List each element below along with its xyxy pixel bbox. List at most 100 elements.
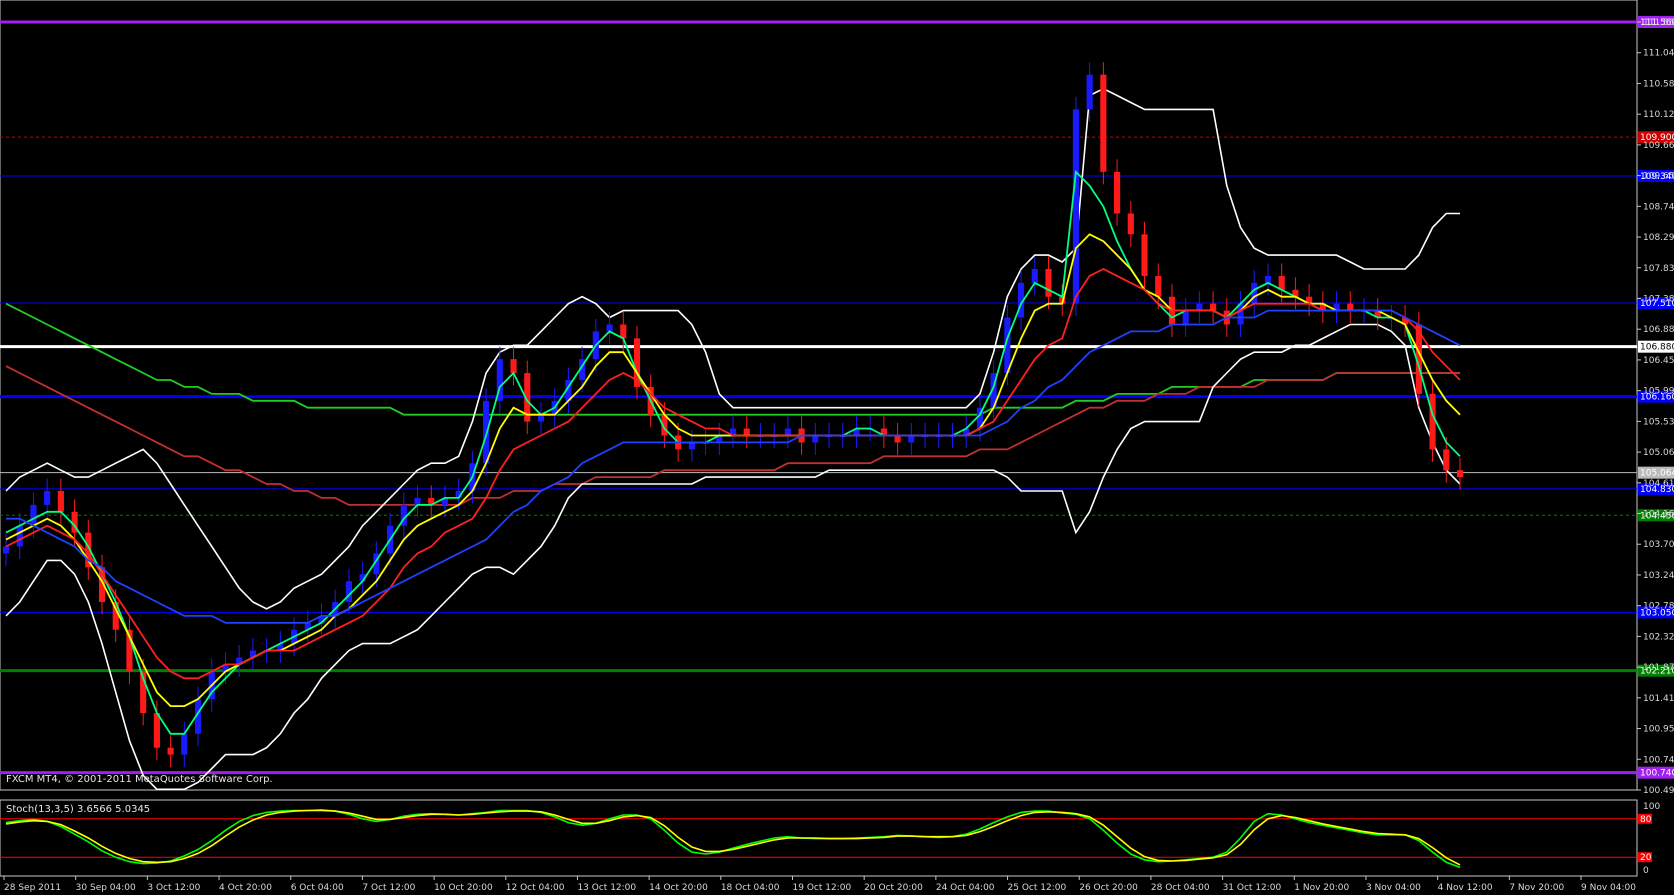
candle-body — [1429, 393, 1436, 450]
candle-body — [1264, 275, 1272, 283]
stochastic-level-label: 20 — [1640, 853, 1652, 863]
time-tick-label: 7 Oct 12:00 — [362, 883, 415, 893]
time-tick-label: 6 Oct 04:00 — [291, 883, 344, 893]
candle-body — [510, 359, 517, 374]
price-tick-label: 100.740 — [1643, 755, 1674, 765]
candle-body — [894, 435, 901, 443]
price-axis[interactable]: 111.560109.900109.340107.510106.880106.1… — [1637, 16, 1674, 796]
price-tick-label: 103.240 — [1643, 571, 1674, 581]
candle-body — [2, 546, 10, 554]
stochastic-axis: 80 20 100 0 — [1638, 802, 1660, 876]
candle-body — [345, 581, 352, 602]
level-price-label: 100.740 — [1640, 769, 1674, 779]
time-tick-label: 7 Nov 20:00 — [1509, 883, 1564, 893]
time-tick-label: 19 Oct 12:00 — [793, 883, 852, 893]
stochastic-tick-label: 100 — [1643, 802, 1660, 812]
candle-body — [1456, 470, 1464, 478]
candle-body — [1072, 109, 1079, 304]
price-tick-label: 107.830 — [1643, 264, 1674, 274]
candle-body — [1127, 213, 1134, 235]
price-tick-label: 111.040 — [1643, 49, 1674, 59]
main-pane: FXCM MT4, © 2001-2011 MetaQuotes Softwar… — [0, 0, 1638, 791]
price-tick-label: 108.290 — [1643, 233, 1674, 243]
candle-body — [1141, 234, 1148, 276]
price-tick-label: 106.450 — [1643, 356, 1674, 366]
time-tick-label: 18 Oct 04:00 — [721, 883, 780, 893]
candle-body — [57, 490, 64, 512]
price-tick-label: 100.950 — [1643, 725, 1674, 735]
candle-body — [16, 525, 23, 547]
time-tick-label: 14 Oct 20:00 — [649, 883, 708, 893]
time-tick-label: 28 Oct 04:00 — [1151, 883, 1210, 893]
candle-body — [743, 428, 750, 436]
price-tick-label: 109.660 — [1643, 141, 1674, 151]
price-tick-label: 105.064 — [1643, 448, 1674, 458]
stochastic-tick-label: 0 — [1643, 866, 1649, 876]
time-tick-label: 3 Oct 12:00 — [147, 883, 200, 893]
candle-body — [414, 497, 421, 505]
price-tick-label: 110.120 — [1643, 110, 1674, 120]
price-tick-label: 104.160 — [1643, 510, 1674, 520]
price-tick-label: 108.740 — [1643, 202, 1674, 212]
price-tick-label: 100.490 — [1643, 786, 1674, 796]
level-price-label: 106.880 — [1640, 343, 1674, 353]
candle-body — [1031, 268, 1038, 283]
time-tick-label: 30 Sep 04:00 — [76, 883, 136, 893]
candle-body — [1100, 74, 1107, 172]
time-tick-label: 31 Oct 12:00 — [1223, 883, 1282, 893]
stochastic-level-label: 80 — [1640, 815, 1652, 825]
candle-body — [1251, 282, 1258, 304]
price-tick-label: 111.560 — [1643, 18, 1674, 28]
candle-body — [784, 428, 791, 436]
time-axis[interactable]: 28 Sep 2011 30 Sep 04:00 3 Oct 12:00 4 Oct … — [3, 876, 1636, 893]
price-tick-label: 105.530 — [1643, 417, 1674, 427]
candle-body — [1210, 303, 1217, 311]
candle-body — [167, 747, 174, 755]
price-tick-label: 101.410 — [1643, 694, 1674, 704]
time-tick-label: 9 Nov 04:00 — [1581, 883, 1636, 893]
candle-body — [181, 733, 188, 755]
time-tick-label: 3 Nov 04:00 — [1366, 883, 1421, 893]
time-tick-label: 4 Nov 12:00 — [1438, 883, 1493, 893]
stochastic-pane: Stoch(13,3,5) 3.6566 5.0345 — [0, 799, 1638, 877]
time-tick-label: 1 Nov 20:00 — [1294, 883, 1349, 893]
time-tick-label: 24 Oct 04:00 — [936, 883, 995, 893]
candle-body — [688, 442, 695, 450]
chart-watermark: FXCM MT4, © 2001-2011 MetaQuotes Softwar… — [6, 774, 273, 785]
time-tick-label: 26 Oct 20:00 — [1079, 883, 1138, 893]
candle-body — [1045, 268, 1052, 297]
price-tick-label: 107.380 — [1643, 294, 1674, 304]
time-tick-label: 25 Oct 12:00 — [1008, 883, 1067, 893]
price-tick-label: 102.780 — [1643, 602, 1674, 612]
time-tick-label: 28 Sep 2011 — [4, 883, 61, 893]
chart-canvas: FXCM MT4, © 2001-2011 MetaQuotes Softwar… — [0, 0, 1674, 893]
candle-body — [620, 324, 627, 339]
price-tick-label: 106.880 — [1643, 325, 1674, 335]
candle-body — [44, 490, 51, 505]
price-tick-label: 102.320 — [1643, 632, 1674, 642]
candle-body — [1443, 449, 1450, 471]
candle-body — [153, 712, 160, 748]
candle-body — [1196, 303, 1203, 311]
time-tick-label: 20 Oct 20:00 — [864, 883, 923, 893]
time-tick-label: 4 Oct 20:00 — [219, 883, 272, 893]
level-price-label: 105.064 — [1640, 469, 1674, 479]
candle-body — [30, 504, 37, 526]
time-tick-label: 12 Oct 04:00 — [506, 883, 565, 893]
candle-body — [1347, 303, 1354, 311]
candle-body — [812, 435, 819, 443]
price-tick-label: 109.650 — [1643, 172, 1674, 182]
candle-body — [908, 435, 915, 443]
time-tick-label: 13 Oct 12:00 — [577, 883, 636, 893]
candle-body — [1114, 171, 1121, 214]
time-tick-label: 10 Oct 20:00 — [434, 883, 493, 893]
candle-body — [1086, 74, 1093, 110]
price-tick-label: 103.700 — [1643, 540, 1674, 550]
candle-body — [483, 400, 490, 464]
stochastic-title: Stoch(13,3,5) 3.6566 5.0345 — [6, 804, 150, 815]
candle-body — [606, 324, 613, 332]
candle-body — [1155, 275, 1162, 297]
price-tick-label: 104.610 — [1643, 479, 1674, 489]
price-tick-label: 105.990 — [1643, 387, 1674, 397]
price-tick-label: 101.870 — [1643, 663, 1674, 673]
